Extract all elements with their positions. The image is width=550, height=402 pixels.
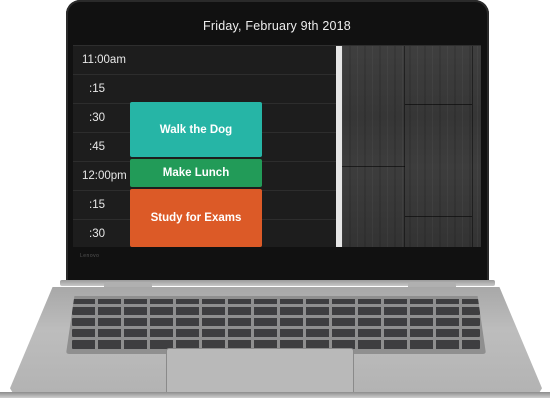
event-title: Make Lunch [162, 167, 230, 179]
wood-texture-panel [342, 46, 481, 247]
key-row [72, 329, 480, 337]
current-date: Friday, February 9th 2018 [203, 19, 351, 33]
time-label: :15 [89, 83, 105, 95]
brand-label: Lenovo [80, 253, 100, 259]
wood-seam [342, 166, 405, 167]
wood-seam [405, 104, 472, 105]
laptop-base-edge [0, 392, 550, 398]
time-label: :30 [89, 112, 105, 124]
time-label: :15 [89, 199, 105, 211]
time-label: :30 [89, 228, 105, 240]
event-make-lunch[interactable]: Make Lunch [130, 159, 262, 187]
event-title: Study for Exams [150, 212, 242, 224]
time-label: 12:00pm [82, 170, 127, 182]
calendar-screen: Friday, February 9th 2018 11:00am :15 :3… [73, 7, 481, 247]
event-title: Walk the Dog [159, 123, 233, 136]
time-label: 11:00am [82, 54, 126, 66]
day-schedule: 11:00am :15 :30 :45 12:00pm :15 :30 Walk… [73, 46, 336, 247]
time-slot[interactable]: 11:00am [73, 46, 336, 75]
time-slot[interactable]: :15 [73, 75, 336, 104]
event-walk-the-dog[interactable]: Walk the Dog [130, 102, 262, 157]
time-label: :45 [89, 141, 105, 153]
event-study-for-exams[interactable]: Study for Exams [130, 189, 262, 247]
wood-seam [405, 216, 472, 217]
calendar-header: Friday, February 9th 2018 [73, 7, 481, 46]
key-row [72, 318, 480, 326]
key-row [72, 307, 480, 315]
key-row-function [72, 299, 480, 304]
keyboard [66, 296, 486, 354]
trackpad [166, 348, 354, 395]
